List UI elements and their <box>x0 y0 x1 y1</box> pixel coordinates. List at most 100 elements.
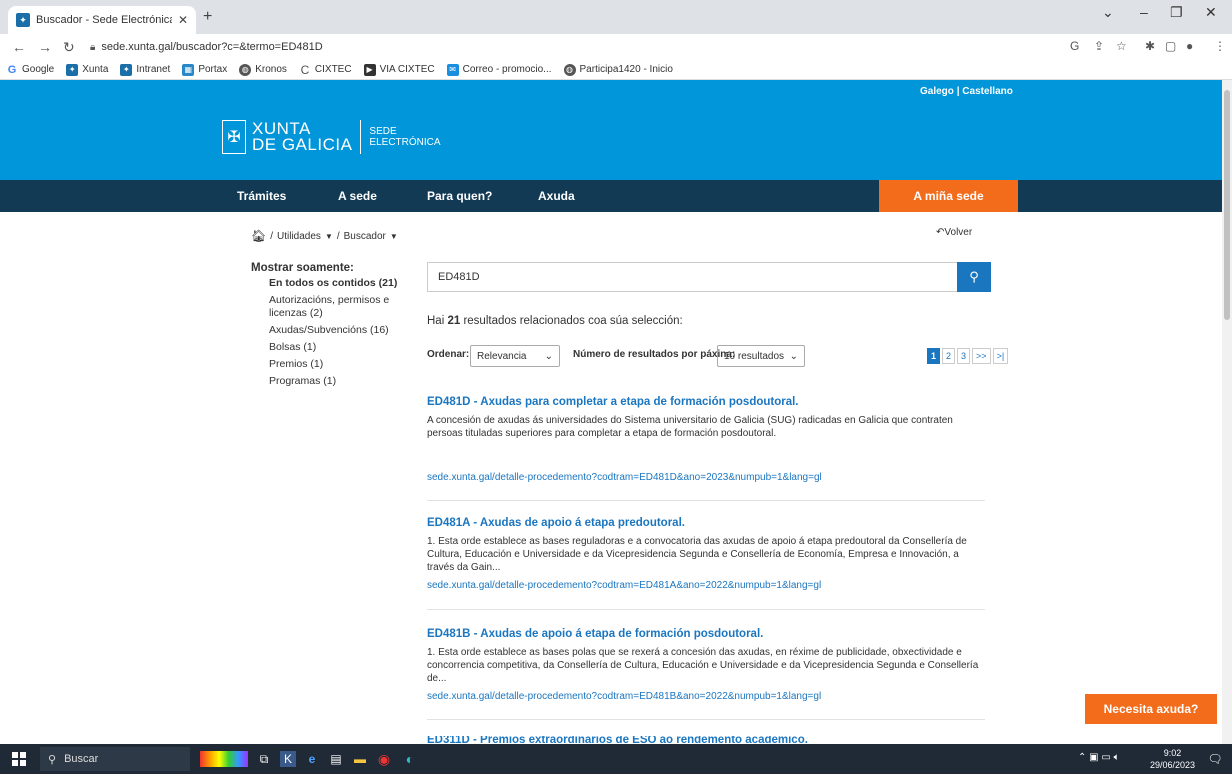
result-description: A concesión de axudas ás universidades d… <box>427 415 953 439</box>
bookmark-google[interactable]: G Google <box>6 63 55 76</box>
results-controls: Ordenar: Relevancia ⌄ Número de resultad… <box>427 345 1009 367</box>
address-bar[interactable]: 🔒︎ sede.xunta.gal/buscador?c=&termo=ED48… <box>90 37 1050 57</box>
breadcrumb-buscador[interactable]: Buscador <box>344 231 386 242</box>
result-title[interactable]: ED311D - Premios extraordinarios de ESO … <box>427 736 987 744</box>
cixtec-icon: C <box>300 62 310 77</box>
page-3[interactable]: 3 <box>957 348 971 364</box>
filter-item[interactable]: Axudas/Subvencións (16) <box>269 324 401 337</box>
app-icon[interactable]: K <box>280 751 296 767</box>
logo-sede: SEDE ELECTRÓNICA <box>369 126 441 148</box>
home-icon[interactable]: 🏠︎ <box>251 229 266 243</box>
search-input[interactable]: ED481D <box>428 271 957 283</box>
page-last[interactable]: >| <box>992 348 1009 364</box>
result-link[interactable]: sede.xunta.gal/detalle-procedemento?codt… <box>427 691 987 702</box>
chevron-down-icon[interactable]: ▼ <box>325 232 333 241</box>
chevron-down-icon: ⌄ <box>544 350 553 362</box>
nav-axuda[interactable]: Axuda <box>538 189 575 203</box>
task-view-icon[interactable]: ⧉ <box>256 751 272 767</box>
search-icon: ⚲ <box>969 269 979 284</box>
share-icon[interactable]: ⇪ <box>1094 39 1104 53</box>
filter-item[interactable]: Premios (1) <box>269 358 401 371</box>
bookmark-correo[interactable]: ✉ Correo - promocio... <box>446 63 552 76</box>
close-tab-icon[interactable]: ✕ <box>178 13 188 27</box>
close-window-icon[interactable]: ✕ <box>1205 4 1217 21</box>
file-explorer-icon[interactable]: ▬ <box>352 751 368 767</box>
logo-divider <box>360 120 362 154</box>
lang-castellano[interactable]: Castellano <box>962 86 1013 97</box>
bookmarks-bar: G Google ✦ Xunta ✦ Intranet ▦ Portax ◍ Kronos… <box>0 60 1232 80</box>
bookmark-cixtec[interactable]: C CIXTEC <box>299 62 352 77</box>
extensions-icon[interactable]: ✱ <box>1145 39 1155 53</box>
url-text: sede.xunta.gal/buscador?c=&termo=ED481D <box>101 41 323 53</box>
forward-icon[interactable]: → <box>38 39 52 55</box>
lock-icon: 🔒︎ <box>90 41 96 53</box>
tab-search-chevron-icon[interactable]: ⌄ <box>1102 4 1114 21</box>
document-icon[interactable]: ▤ <box>328 751 344 767</box>
page-scrollbar[interactable] <box>1222 80 1232 744</box>
result-item: ED481B - Axudas de apoio á etapa de form… <box>427 628 987 702</box>
windows-start-icon[interactable] <box>12 752 26 766</box>
browser-toolbar: ← → ↻ 🔒︎ sede.xunta.gal/buscador?c=&term… <box>0 34 1232 60</box>
result-link[interactable]: sede.xunta.gal/detalle-procedemento?codt… <box>427 580 987 591</box>
xunta-icon: ✦ <box>120 63 133 76</box>
breadcrumb-utilidades[interactable]: Utilidades <box>277 231 321 242</box>
result-title[interactable]: ED481B - Axudas de apoio á etapa de form… <box>427 628 987 640</box>
new-tab-icon[interactable]: + <box>203 8 212 26</box>
chevron-down-icon[interactable]: ▼ <box>390 232 398 241</box>
browser-tab[interactable]: ✦ Buscador - Sede Electrónica - Xu ✕ <box>8 6 196 34</box>
nav-para-quen[interactable]: Para quen? <box>427 189 492 203</box>
profile-icon[interactable]: ● <box>1186 39 1193 53</box>
search-box: ED481D ⚲ <box>427 262 991 292</box>
minimize-icon[interactable]: – <box>1140 4 1148 20</box>
bookmark-xunta[interactable]: ✦ Xunta <box>66 63 108 76</box>
side-panel-icon[interactable]: ▢ <box>1165 39 1176 53</box>
nav-a-sede[interactable]: A sede <box>338 189 377 203</box>
notifications-icon[interactable]: 🗨︎ <box>1207 751 1223 767</box>
bookmark-via-cixtec[interactable]: ▶ VIA CIXTEC <box>363 63 435 76</box>
correo-icon: ✉ <box>446 63 459 76</box>
result-title[interactable]: ED481A - Axudas de apoio á etapa predout… <box>427 517 987 529</box>
result-link[interactable]: sede.xunta.gal/detalle-procedemento?codt… <box>427 472 987 483</box>
taskbar-search[interactable]: ⚲ Buscar <box>40 747 190 771</box>
reload-icon[interactable]: ↻ <box>63 39 75 56</box>
back-icon[interactable]: ← <box>12 39 26 55</box>
pride-icon <box>200 751 248 767</box>
internet-explorer-icon[interactable]: e <box>304 751 320 767</box>
filter-item[interactable]: En todos os contidos (21) <box>269 277 401 290</box>
lang-galego[interactable]: Galego <box>920 86 954 97</box>
chrome-icon[interactable]: ◉ <box>376 751 392 767</box>
bookmark-kronos[interactable]: ◍ Kronos <box>239 63 287 76</box>
windows-taskbar: ⚲ Buscar ⧉ K e ▤ ▬ ◉ ◐ ⌃ ▣ ▭ 🔈︎ 9:02 29/… <box>0 744 1232 774</box>
bookmark-participa[interactable]: ◍ Participa1420 - Inicio <box>563 63 673 76</box>
menu-icon[interactable]: ⋮ <box>1214 39 1226 53</box>
search-button[interactable]: ⚲ <box>957 262 991 292</box>
page-1[interactable]: 1 <box>927 348 941 364</box>
per-page-select[interactable]: 10 resultados ⌄ <box>717 345 805 367</box>
result-title[interactable]: ED481D - Axudas para completar a etapa d… <box>427 396 987 408</box>
filter-item[interactable]: Autorizacións, permisos e licenzas (2) <box>269 294 401 320</box>
pagination: 1 2 3 >> >| <box>927 348 1009 364</box>
bookmark-star-icon[interactable]: ☆ <box>1116 39 1127 53</box>
filter-item[interactable]: Programas (1) <box>269 375 401 388</box>
bookmark-portax[interactable]: ▦ Portax <box>182 63 227 76</box>
my-sede-button[interactable]: A miña sede <box>879 180 1018 212</box>
order-select[interactable]: Relevancia ⌄ <box>470 345 560 367</box>
clock[interactable]: 9:02 29/06/2023 <box>1150 747 1195 771</box>
back-link[interactable]: ↶Volver <box>936 227 972 238</box>
restore-icon[interactable]: ❐ <box>1170 4 1183 21</box>
filter-sidebar: Mostrar soamente: En todos os contidos (… <box>251 262 401 392</box>
scrollbar-thumb[interactable] <box>1224 90 1230 320</box>
help-button[interactable]: Necesita axuda? <box>1085 694 1217 724</box>
page-2[interactable]: 2 <box>942 348 956 364</box>
google-icon: G <box>7 63 17 76</box>
xunta-logo[interactable]: ✠ XUNTA DE GALICIA SEDE ELECTRÓNICA <box>222 120 441 154</box>
result-item: ED311D - Premios extraordinarios de ESO … <box>427 736 987 744</box>
page-next[interactable]: >> <box>972 348 991 364</box>
google-translate-icon[interactable]: G <box>1070 39 1079 53</box>
filter-item[interactable]: Bolsas (1) <box>269 341 401 354</box>
nav-tramites[interactable]: Trámites <box>237 189 286 203</box>
system-tray[interactable]: ⌃ ▣ ▭ 🔈︎ <box>1078 752 1120 763</box>
result-divider <box>427 609 985 610</box>
bookmark-intranet[interactable]: ✦ Intranet <box>120 63 170 76</box>
edge-icon[interactable]: ◐ <box>402 751 418 767</box>
